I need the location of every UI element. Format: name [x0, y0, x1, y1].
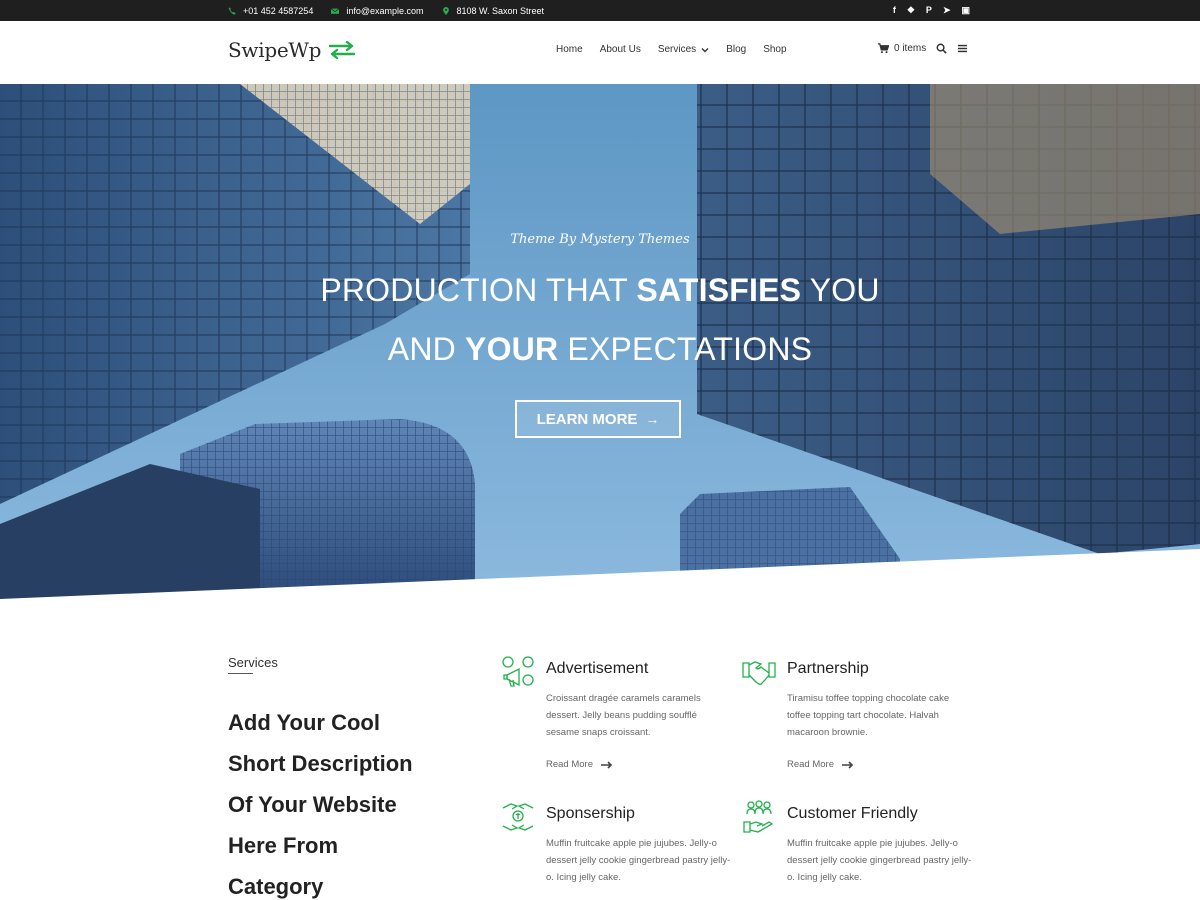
- social-links: f ❖ P ➤ ▣: [893, 6, 970, 15]
- address-contact: 8108 W. Saxon Street: [442, 5, 545, 16]
- hero-line2-emphasis: YOUR: [465, 331, 559, 367]
- nav-services-label: Services: [657, 44, 697, 55]
- phone-icon: [228, 6, 236, 15]
- card-text: Croissant dragée caramels caramels desse…: [546, 693, 701, 738]
- email-contact[interactable]: info@example.com: [331, 5, 424, 16]
- services-description-line-4: Here From: [228, 833, 339, 858]
- card-text: Tiramisu toffee topping chocolate cake t…: [787, 693, 950, 738]
- sponsorship-icon: [502, 803, 534, 831]
- top-bar: +01 452 4587254 info@example.com 8108 W.…: [0, 0, 1200, 21]
- swap-arrows-icon: [329, 41, 356, 59]
- envelope-icon: [331, 7, 340, 14]
- hero-line1-part-a: PRODUCTION THAT: [320, 272, 637, 308]
- handshake-icon: [742, 661, 776, 685]
- arrow-right-icon: →: [645, 411, 660, 427]
- read-more-link[interactable]: Read More: [546, 759, 613, 770]
- nav-about-us[interactable]: About Us: [600, 44, 641, 55]
- phone-contact[interactable]: +01 452 4587254: [228, 6, 313, 16]
- hero-headline-line-2: AND YOUR EXPECTATIONS: [0, 331, 1200, 368]
- services-description-line-2: Short Description: [228, 751, 413, 776]
- facebook-icon[interactable]: f: [893, 6, 896, 15]
- services-section-label: Services: [228, 655, 278, 670]
- hero-banner: Theme By Mystery Themes PRODUCTION THAT …: [0, 84, 1200, 599]
- chevron-down-icon: [701, 47, 709, 52]
- learn-more-label: LEARN MORE: [536, 410, 638, 428]
- nav-blog[interactable]: Blog: [726, 44, 746, 55]
- map-pin-icon: [442, 6, 449, 15]
- card-text: Muffin fruitcake apple pie jujubes. Jell…: [546, 838, 731, 883]
- services-description-line-5: Category: [228, 874, 324, 899]
- hero-headline-line-1: PRODUCTION THAT SATISFIES YOU: [0, 272, 1200, 309]
- card-title: Customer Friendly: [787, 805, 918, 822]
- read-more-label: Read More: [546, 759, 593, 770]
- services-label-underline: [228, 673, 253, 674]
- advertisement-icon: [502, 656, 534, 687]
- twitter-icon[interactable]: ❖: [907, 6, 915, 15]
- pinterest-icon[interactable]: P: [926, 6, 932, 15]
- card-title: Advertisement: [546, 660, 649, 677]
- card-title: Partnership: [787, 660, 869, 677]
- search-icon[interactable]: [936, 43, 947, 54]
- header-actions: 0 items: [878, 43, 968, 54]
- services-description-line-1: Add Your Cool: [228, 710, 380, 735]
- cart-button[interactable]: 0 items: [878, 43, 926, 54]
- nav-shop[interactable]: Shop: [763, 44, 786, 55]
- hero-tagline: Theme By Mystery Themes: [510, 232, 690, 247]
- cart-icon: [878, 43, 889, 54]
- hero-line1-part-c: YOU: [801, 272, 880, 308]
- hero-line2-part-a: AND: [387, 331, 466, 367]
- services-description-line-3: Of Your Website: [228, 792, 397, 817]
- site-header: SwipeWp Home About Us Services Blog Shop…: [0, 21, 1200, 84]
- main-nav: Home About Us Services Blog Shop: [556, 44, 804, 55]
- hero-line1-emphasis: SATISFIES: [636, 272, 802, 308]
- menu-icon[interactable]: [957, 43, 968, 54]
- nav-services[interactable]: Services: [658, 44, 709, 55]
- instagram-icon[interactable]: ▣: [961, 6, 970, 15]
- email-text: info@example.com: [346, 5, 424, 16]
- card-text: Muffin fruitcake apple pie jujubes. Jell…: [787, 838, 972, 883]
- customer-icon: [743, 800, 774, 833]
- site-logo[interactable]: SwipeWp: [228, 38, 356, 62]
- card-title: Sponsership: [546, 805, 635, 822]
- arrow-right-icon: [601, 760, 613, 769]
- cart-count: 0 items: [894, 43, 927, 54]
- read-more-label: Read More: [787, 759, 834, 770]
- logo-text: SwipeWp: [228, 38, 322, 62]
- phone-text: +01 452 4587254: [243, 5, 314, 16]
- hero-line2-part-c: EXPECTATIONS: [558, 331, 813, 367]
- nav-home[interactable]: Home: [556, 44, 583, 55]
- learn-more-button[interactable]: LEARN MORE →: [515, 400, 681, 438]
- read-more-link[interactable]: Read More: [787, 759, 854, 770]
- address-text: 8108 W. Saxon Street: [456, 5, 545, 16]
- telegram-icon[interactable]: ➤: [943, 6, 951, 15]
- arrow-right-icon: [842, 760, 854, 769]
- hero-content: Theme By Mystery Themes PRODUCTION THAT …: [0, 84, 1200, 599]
